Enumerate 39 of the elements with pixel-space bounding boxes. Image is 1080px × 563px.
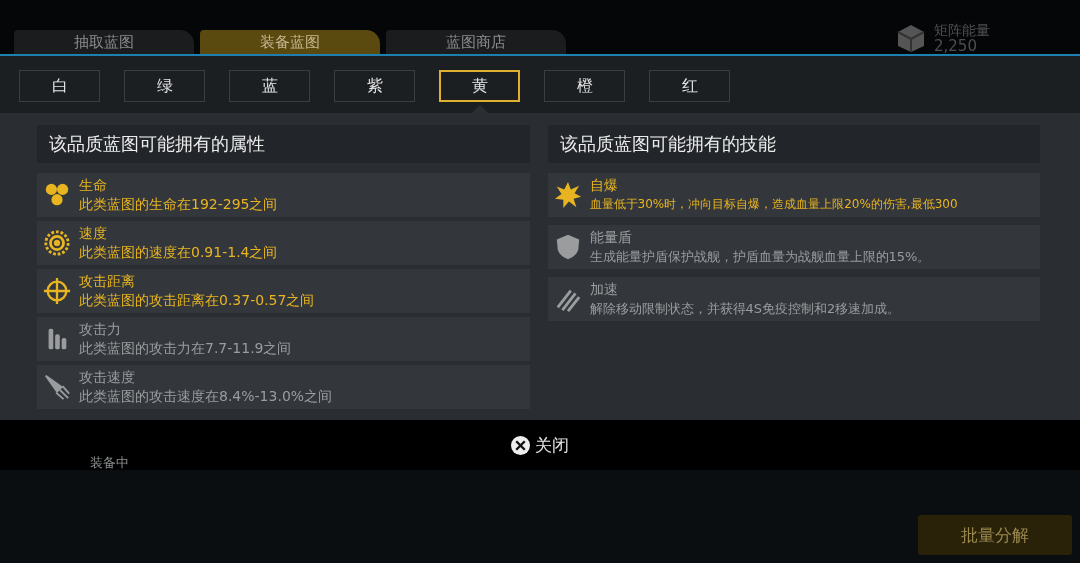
quality-tab[interactable]: 蓝 bbox=[229, 70, 310, 102]
quality-tab[interactable]: 紫 bbox=[334, 70, 415, 102]
item-name: 自爆 bbox=[589, 176, 619, 195]
item-description: 此类蓝图的生命在192-295之间 bbox=[79, 195, 278, 214]
explosion-icon bbox=[553, 181, 582, 209]
item-description: 此类蓝图的攻击速度在8.4%-13.0%之间 bbox=[79, 387, 333, 406]
gear-icon bbox=[43, 229, 71, 257]
item-name: 攻击力 bbox=[79, 320, 122, 339]
energy-value: 2,250 bbox=[934, 38, 978, 54]
background-tab[interactable]: 抽取蓝图 bbox=[14, 30, 194, 54]
cube-icon bbox=[896, 23, 926, 53]
close-button[interactable]: 关闭 bbox=[505, 432, 575, 458]
item-name: 攻击距离 bbox=[79, 272, 136, 291]
quality-tab[interactable]: 橙 bbox=[544, 70, 625, 102]
background-tab[interactable]: 装备蓝图 bbox=[200, 30, 380, 54]
energy-label: 矩阵能量 bbox=[934, 22, 990, 38]
item-description: 此类蓝图的速度在0.91-1.4之间 bbox=[79, 243, 278, 262]
close-icon bbox=[511, 435, 530, 455]
item-description: 此类蓝图的攻击距离在0.37-0.57之间 bbox=[79, 291, 315, 310]
item-name: 生命 bbox=[79, 176, 108, 195]
item-name: 攻击速度 bbox=[79, 368, 136, 387]
item-description: 解除移动限制状态，并获得4S免疫控制和2移速加成。 bbox=[589, 300, 901, 318]
equipped-label: 装备中 bbox=[90, 454, 129, 472]
item-description: 血量低于30%时，冲向目标自爆，造成血量上限20%的伤害,最低300 bbox=[589, 196, 958, 213]
section-header: 该品质蓝图可能拥有的属性 bbox=[37, 125, 530, 163]
section-header: 该品质蓝图可能拥有的技能 bbox=[547, 125, 1040, 163]
item-description: 此类蓝图的攻击力在7.7-11.9之间 bbox=[79, 339, 292, 358]
quality-tab[interactable]: 黄 bbox=[439, 70, 520, 102]
background-tab[interactable]: 蓝图商店 bbox=[386, 30, 566, 54]
quality-tab[interactable]: 绿 bbox=[124, 70, 205, 102]
item-name: 加速 bbox=[589, 280, 619, 299]
batch-dismantle-button[interactable]: 批量分解 bbox=[918, 515, 1072, 555]
rocket-icon bbox=[43, 373, 71, 401]
quality-tab[interactable]: 白 bbox=[19, 70, 100, 102]
quality-tab[interactable]: 红 bbox=[649, 70, 730, 102]
item-name: 能量盾 bbox=[589, 228, 633, 247]
item-description: 生成能量护盾保护战舰，护盾血量为战舰血量上限的15%。 bbox=[589, 248, 931, 266]
crosshair-icon bbox=[43, 277, 71, 305]
item-name: 速度 bbox=[79, 224, 108, 243]
